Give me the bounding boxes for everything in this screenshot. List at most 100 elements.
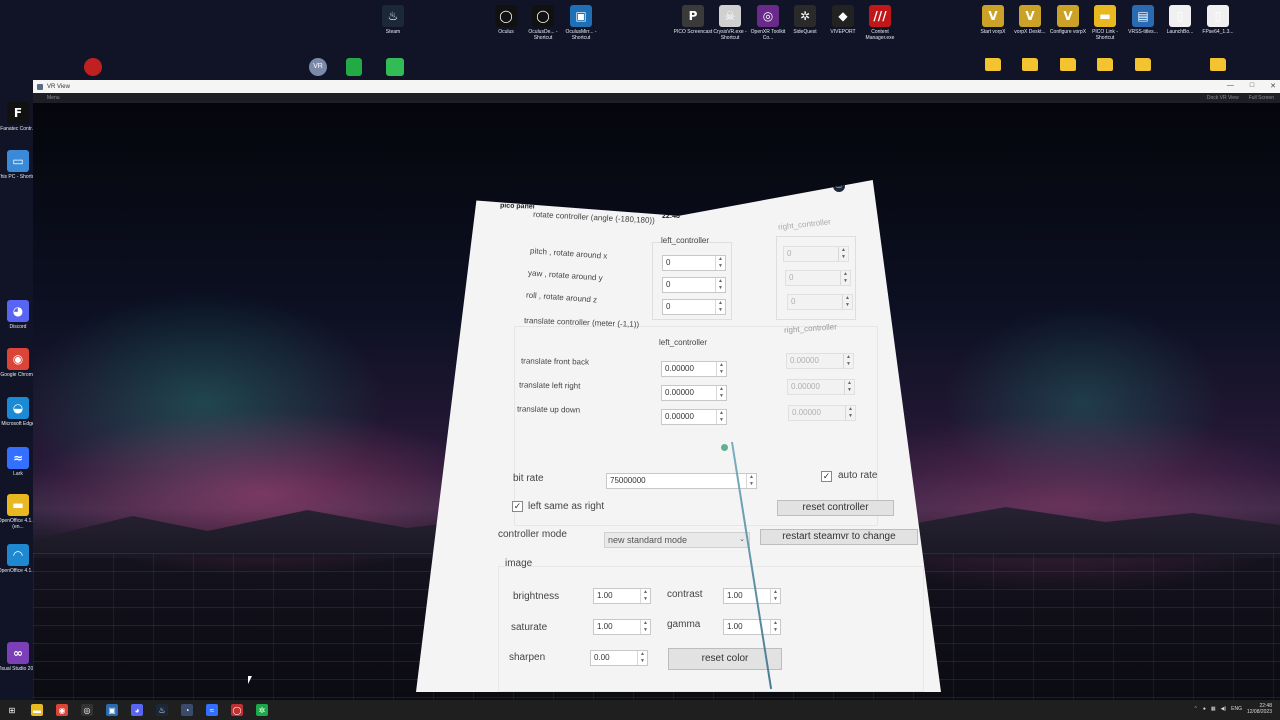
steam-desktop-icon[interactable]: ♨ Steam xyxy=(371,5,415,35)
spin-value: 0 xyxy=(791,297,796,306)
chevron-up-icon[interactable]: ⌃ xyxy=(1194,706,1198,712)
rotate-left-input[interactable]: 0 ▲ ▼ xyxy=(662,299,726,315)
spin-arrows-icon[interactable]: ▲ ▼ xyxy=(637,651,647,665)
translate-left-input[interactable]: 0.00000 ▲ ▼ xyxy=(661,409,727,425)
spin-value: 0 xyxy=(789,273,794,282)
brightness-label: brightness xyxy=(513,591,560,602)
rotate-left-input[interactable]: 0 ▲ ▼ xyxy=(662,277,726,293)
translate-left-input[interactable]: 0.00000 ▲ ▼ xyxy=(661,361,727,377)
spin-arrows-icon[interactable]: ▲ ▼ xyxy=(716,410,726,424)
sidequest-shortcut-icon[interactable] xyxy=(386,58,404,76)
obs-taskbar-icon[interactable]: ◎ xyxy=(81,704,93,716)
spin-arrows-icon: ▲ ▼ xyxy=(842,295,852,309)
desktop-icon-label: Steam xyxy=(385,29,401,35)
folder-icon[interactable] xyxy=(1060,58,1076,71)
contrast-input[interactable]: 1.00 ▲ ▼ xyxy=(723,588,781,604)
vr-shortcut-icon[interactable]: VR xyxy=(309,58,327,76)
laser-pointer-dot xyxy=(721,444,728,451)
rotate-row-label: yaw , rotate around y xyxy=(527,268,603,283)
spin-arrows-icon[interactable]: ▲ ▼ xyxy=(746,474,756,488)
spin-arrows-icon[interactable]: ▲ ▼ xyxy=(640,620,650,634)
desktop-icon-label: Content Manager.exe xyxy=(865,29,895,41)
sidequest-glyph-icon: ✲ xyxy=(794,5,816,27)
reset-controller-button[interactable]: reset controller xyxy=(777,500,894,516)
discord-taskbar-icon[interactable]: ◕ xyxy=(131,704,143,716)
restart-steamvr-button[interactable]: restart steamvr to change xyxy=(760,529,918,545)
dock-view-button[interactable]: Dock VR View xyxy=(1207,95,1239,101)
steam-taskbar-icon[interactable]: ♨ xyxy=(156,704,168,716)
spin-arrows-icon[interactable]: ▲ ▼ xyxy=(640,589,650,603)
folder-icon[interactable] xyxy=(1022,58,1038,71)
oculus-desktop-glyph-icon: ◯ xyxy=(495,5,517,27)
content-manager-icon[interactable]: /// Content Manager.exe xyxy=(858,5,902,41)
network-icon[interactable]: ▦ xyxy=(1211,706,1216,712)
launchbo-glyph-icon: ▯ xyxy=(1169,5,1191,27)
full-screen-button[interactable]: Full Screen xyxy=(1249,95,1274,101)
sharpen-label: sharpen xyxy=(509,652,546,663)
translate-left-input[interactable]: 0.00000 ▲ ▼ xyxy=(661,385,727,401)
translate-left-header: left_controller xyxy=(659,338,708,347)
vr-view-window: VR View — □ ✕ Menu Dock VR View Full Scr… xyxy=(33,80,1280,700)
folder-icon[interactable] xyxy=(1135,58,1151,71)
folder-icon[interactable] xyxy=(1097,58,1113,71)
clock[interactable]: 22:48 12/08/2023 xyxy=(1247,703,1272,715)
start-button-icon[interactable]: ⊞ xyxy=(6,704,18,716)
spin-arrows-icon[interactable]: ▲ ▼ xyxy=(770,589,780,603)
spin-arrows-icon[interactable]: ▲ ▼ xyxy=(715,300,725,314)
gamma-input[interactable]: 1.00 ▲ ▼ xyxy=(723,619,781,635)
screenshot-taskbar-icon[interactable]: ▣ xyxy=(106,704,118,716)
fpse64-icon[interactable]: ▯ FPse64_1.3... xyxy=(1196,5,1240,35)
left-same-as-right-checkbox[interactable]: ✓ xyxy=(512,501,523,512)
rotate-left-input[interactable]: 0 ▲ ▼ xyxy=(662,255,726,271)
close-button[interactable]: ✕ xyxy=(1270,82,1276,90)
spin-arrows-icon[interactable]: ▲ ▼ xyxy=(715,256,725,270)
brightness-input[interactable]: 1.00 ▲ ▼ xyxy=(593,588,651,604)
oculus-taskbar-icon[interactable]: ◯ xyxy=(231,704,243,716)
sharpen-input[interactable]: 0.00 ▲ ▼ xyxy=(590,650,648,666)
rotate-right-header: right_controller xyxy=(777,217,832,232)
spin-value: 0.00000 xyxy=(792,408,821,417)
microphone-icon[interactable]: ● xyxy=(1203,706,1206,712)
maximize-button[interactable]: □ xyxy=(1250,82,1254,90)
chrome-taskbar-icon[interactable]: ◉ xyxy=(56,704,68,716)
volume-icon[interactable]: ◀) xyxy=(1221,706,1227,712)
lark-glyph-icon: ≈ xyxy=(7,447,29,469)
gamma-label: gamma xyxy=(667,619,701,630)
spin-value: 0.00000 xyxy=(790,356,819,365)
spin-value: 0 xyxy=(787,249,792,258)
window-titlebar[interactable]: VR View — □ ✕ xyxy=(33,80,1280,93)
mouse-cursor-icon xyxy=(248,676,252,684)
spin-arrows-icon[interactable]: ▲ ▼ xyxy=(770,620,780,634)
auto-rate-checkbox[interactable]: ✓ xyxy=(821,471,832,482)
translate-row-label: translate front back xyxy=(520,356,590,367)
steamvr-taskbar-icon[interactable]: ◔ xyxy=(181,704,193,716)
spin-arrows-icon[interactable]: ▲ ▼ xyxy=(716,386,726,400)
gamma-value: 1.00 xyxy=(727,622,743,631)
taskbar-apps: ⊞ ▬ ◉ ◎ ▣ ◕ ♨ ◔ ≈ ◯ ✲ xyxy=(0,704,268,716)
spin-arrows-icon: ▲ ▼ xyxy=(838,247,848,261)
file-explorer-icon[interactable]: ▬ xyxy=(31,704,43,716)
folder-icon[interactable] xyxy=(1210,58,1226,71)
vr-scene: pico panel 22:48 ♨ rotate controller (an… xyxy=(33,103,1280,700)
desktop: ♨ Steam ◯ Oculus ◯ OculusDe... - Shortcut ▣ Ocu… xyxy=(0,0,1280,720)
crysisvr-shortcut-glyph-icon: ☠ xyxy=(719,5,741,27)
controller-mode-select[interactable]: new standard mode ⌄ xyxy=(604,532,750,548)
spin-arrows-icon[interactable]: ▲ ▼ xyxy=(716,362,726,376)
minimize-button[interactable]: — xyxy=(1227,82,1234,90)
sidequest-taskbar-icon[interactable]: ✲ xyxy=(256,704,268,716)
spin-arrows-icon[interactable]: ▲ ▼ xyxy=(715,278,725,292)
microsoft-edge-glyph-icon: ◒ xyxy=(7,397,29,419)
game-shortcut-icon[interactable] xyxy=(84,58,102,76)
bit-rate-input[interactable]: 75000000 ▲ ▼ xyxy=(606,473,757,489)
saturate-input[interactable]: 1.00 ▲ ▼ xyxy=(593,619,651,635)
lark-taskbar-icon[interactable]: ≈ xyxy=(206,704,218,716)
oculus-mirror-shortcut-icon[interactable]: ▣ OculusMirr... - Shortcut xyxy=(559,5,603,41)
sidequest-shortcut-icon[interactable] xyxy=(346,58,362,76)
taskbar: ⊞ ▬ ◉ ◎ ▣ ◕ ♨ ◔ ≈ ◯ ✲ ⌃ ● ▦ ◀) ENG 22:48 12/08/202… xyxy=(0,700,1280,720)
language-indicator[interactable]: ENG xyxy=(1231,706,1242,712)
folder-icon[interactable] xyxy=(985,58,1001,71)
menu-item[interactable]: Menu xyxy=(47,95,60,101)
fanatec-control-glyph-icon: F xyxy=(7,102,29,124)
rotate-row-label: pitch , rotate around x xyxy=(529,246,608,261)
openxr-toolkit-glyph-icon: ◎ xyxy=(757,5,779,27)
